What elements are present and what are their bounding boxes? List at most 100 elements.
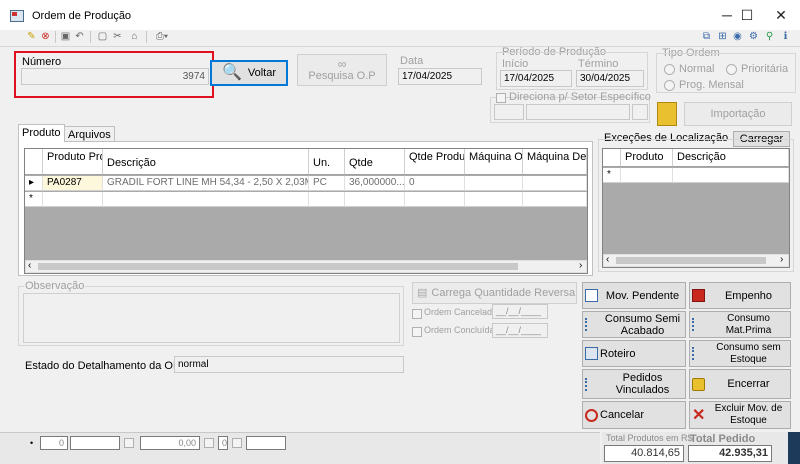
- setor-desc-field[interactable]: [526, 104, 630, 120]
- pedidos-vinculados-button[interactable]: Pedidos Vinculados: [582, 369, 686, 399]
- pedidos-vinculados-label: Pedidos Vinculados: [615, 372, 670, 396]
- consumo-sem-estoque-button[interactable]: Consumo sem Estoque: [689, 340, 791, 367]
- col-maquina-descr[interactable]: Máquina Descr.: [523, 149, 587, 175]
- cut-icon[interactable]: ✂: [111, 31, 124, 43]
- setor-search-button[interactable]: [632, 104, 648, 120]
- col-excecao-descricao[interactable]: Descrição: [673, 149, 789, 167]
- col-produto-producao[interactable]: Produto Produção: [43, 149, 103, 175]
- new-icon[interactable]: ▢: [96, 31, 109, 43]
- excluir-mov-estoque-button[interactable]: ✕ Excluir Mov. de Estoque: [689, 401, 791, 429]
- scroll-left-icon: ‹: [606, 254, 610, 265]
- produtos-hscrollbar[interactable]: ‹ ›: [25, 260, 587, 273]
- save-icon[interactable]: ▣: [59, 31, 72, 43]
- direciona-checkbox[interactable]: [496, 93, 506, 103]
- radio-prioritaria[interactable]: Prioritária: [726, 63, 788, 75]
- new-row-marker[interactable]: *: [603, 168, 621, 183]
- edit-icon[interactable]: ✎: [25, 31, 38, 43]
- ordem-concluida-date[interactable]: __/__/____: [492, 323, 548, 338]
- importacao-button[interactable]: Importação: [684, 102, 792, 126]
- data-field[interactable]: 17/04/2025: [398, 68, 482, 85]
- new-row-cell[interactable]: [405, 192, 465, 207]
- x-icon: ✕: [692, 406, 706, 424]
- scroll-thumb[interactable]: [38, 263, 518, 270]
- voltar-label: Voltar: [247, 67, 277, 79]
- termino-label: Término: [578, 58, 619, 70]
- radio-prog-mensal[interactable]: Prog. Mensal: [664, 79, 744, 91]
- mov-pendente-button[interactable]: Mov. Pendente: [582, 282, 686, 309]
- new-row-cell[interactable]: [621, 168, 673, 183]
- col-qtde-produzida[interactable]: Qtde Produzida: [405, 149, 465, 175]
- carrega-quantidade-button[interactable]: ▤ Carrega Quantidade Reversa: [412, 282, 577, 304]
- ordem-concluida-checkbox[interactable]: [412, 327, 422, 337]
- cancelar-label: Cancelar: [600, 409, 645, 421]
- col-excecao-produto[interactable]: Produto: [621, 149, 673, 167]
- info-icon[interactable]: ℹ: [779, 31, 792, 43]
- new-row-cell[interactable]: [345, 192, 405, 207]
- roteiro-button[interactable]: Roteiro: [582, 340, 686, 367]
- print-dropdown-icon[interactable]: ⎙▾: [152, 31, 172, 43]
- row-header-corner: [603, 149, 621, 167]
- col-descricao[interactable]: Descrição: [103, 149, 309, 175]
- undo-icon[interactable]: ↶: [73, 31, 86, 43]
- radio-normal[interactable]: Normal: [664, 63, 714, 75]
- inicio-label: Início: [502, 58, 529, 70]
- tab-produto[interactable]: Produto: [18, 124, 65, 142]
- consumo-semi-acabado-button[interactable]: Consumo Semi Acabado: [582, 311, 686, 338]
- cell-un[interactable]: PC: [309, 176, 345, 191]
- observacao-label: Observação: [24, 280, 86, 292]
- observacao-field[interactable]: [23, 293, 400, 343]
- toolbar-icon-1[interactable]: ⧉: [700, 31, 713, 43]
- ordem-cancelada-date[interactable]: __/__/____: [492, 304, 548, 319]
- total-pedido-label: Total Pedido: [690, 433, 756, 445]
- col-un[interactable]: Un.: [309, 149, 345, 175]
- pesquisa-op-button[interactable]: ∞ Pesquisa O.P: [297, 54, 387, 86]
- numero-field[interactable]: 3974: [21, 68, 209, 85]
- cell-qtde-produzida[interactable]: 0: [405, 176, 465, 191]
- attach-icon[interactable]: ⌂: [128, 31, 141, 43]
- cell-descricao[interactable]: GRADIL FORT LINE MH 54,34 - 2,50 X 2,03M…: [103, 176, 309, 191]
- row-marker[interactable]: ▸: [25, 176, 43, 191]
- consumo-mat-prima-button[interactable]: Consumo Mat.Prima: [689, 311, 791, 338]
- voltar-button[interactable]: 🔍 Voltar: [210, 60, 288, 86]
- toolbar-icon-4[interactable]: ⚙: [747, 31, 760, 43]
- bg-cell: 0,00: [140, 436, 200, 450]
- cell-produto[interactable]: PA0287: [43, 176, 103, 191]
- inicio-field[interactable]: 17/04/2025: [500, 70, 572, 87]
- estado-field[interactable]: normal: [174, 356, 404, 373]
- new-row-marker[interactable]: *: [25, 192, 43, 207]
- cell-qtde[interactable]: 36,000000...: [345, 176, 405, 191]
- new-row-cell[interactable]: [309, 192, 345, 207]
- new-row-cell[interactable]: [465, 192, 523, 207]
- new-row-cell[interactable]: [673, 168, 789, 183]
- setor-code-field[interactable]: [494, 104, 524, 120]
- close-button[interactable]: ✕: [764, 0, 798, 30]
- total-produtos-label: Total Produtos em R$: [606, 433, 693, 443]
- importacao-label: Importação: [710, 108, 766, 120]
- new-row-cell[interactable]: [523, 192, 587, 207]
- maximize-button[interactable]: ☐: [730, 0, 764, 30]
- ordem-cancelada-checkbox[interactable]: [412, 309, 422, 319]
- search-globe-icon[interactable]: ◉: [731, 31, 744, 43]
- cancelar-button[interactable]: Cancelar: [582, 401, 686, 429]
- col-maquina-op[interactable]: Máquina Op.: [465, 149, 523, 175]
- cell-maquina-op[interactable]: [465, 176, 523, 191]
- consumo-semi-acabado-label: Consumo Semi Acabado: [604, 312, 681, 337]
- col-qtde[interactable]: Qtde: [345, 149, 405, 175]
- import-icon: [657, 102, 677, 126]
- ordem-cancelada-label: Ordem Cancelada: [424, 307, 498, 317]
- cell-maquina-descr[interactable]: [523, 176, 587, 191]
- tab-arquivos[interactable]: Arquivos: [64, 126, 115, 142]
- encerrar-button[interactable]: Encerrar: [689, 369, 791, 399]
- window-title: Ordem de Produção: [32, 10, 132, 22]
- toolbar-icon-2[interactable]: ⊞: [716, 31, 729, 43]
- help-icon[interactable]: ⚲: [763, 31, 776, 43]
- background-edge: [788, 432, 800, 464]
- excecoes-hscrollbar[interactable]: ‹ ›: [603, 254, 789, 267]
- empenho-button[interactable]: Empenho: [689, 282, 791, 309]
- scroll-left-icon: ‹: [28, 260, 32, 271]
- new-row-cell[interactable]: [103, 192, 309, 207]
- scroll-thumb[interactable]: [616, 257, 766, 264]
- termino-field[interactable]: 30/04/2025: [576, 70, 644, 87]
- new-row-cell[interactable]: [43, 192, 103, 207]
- cancel-icon[interactable]: ⊗: [39, 31, 52, 43]
